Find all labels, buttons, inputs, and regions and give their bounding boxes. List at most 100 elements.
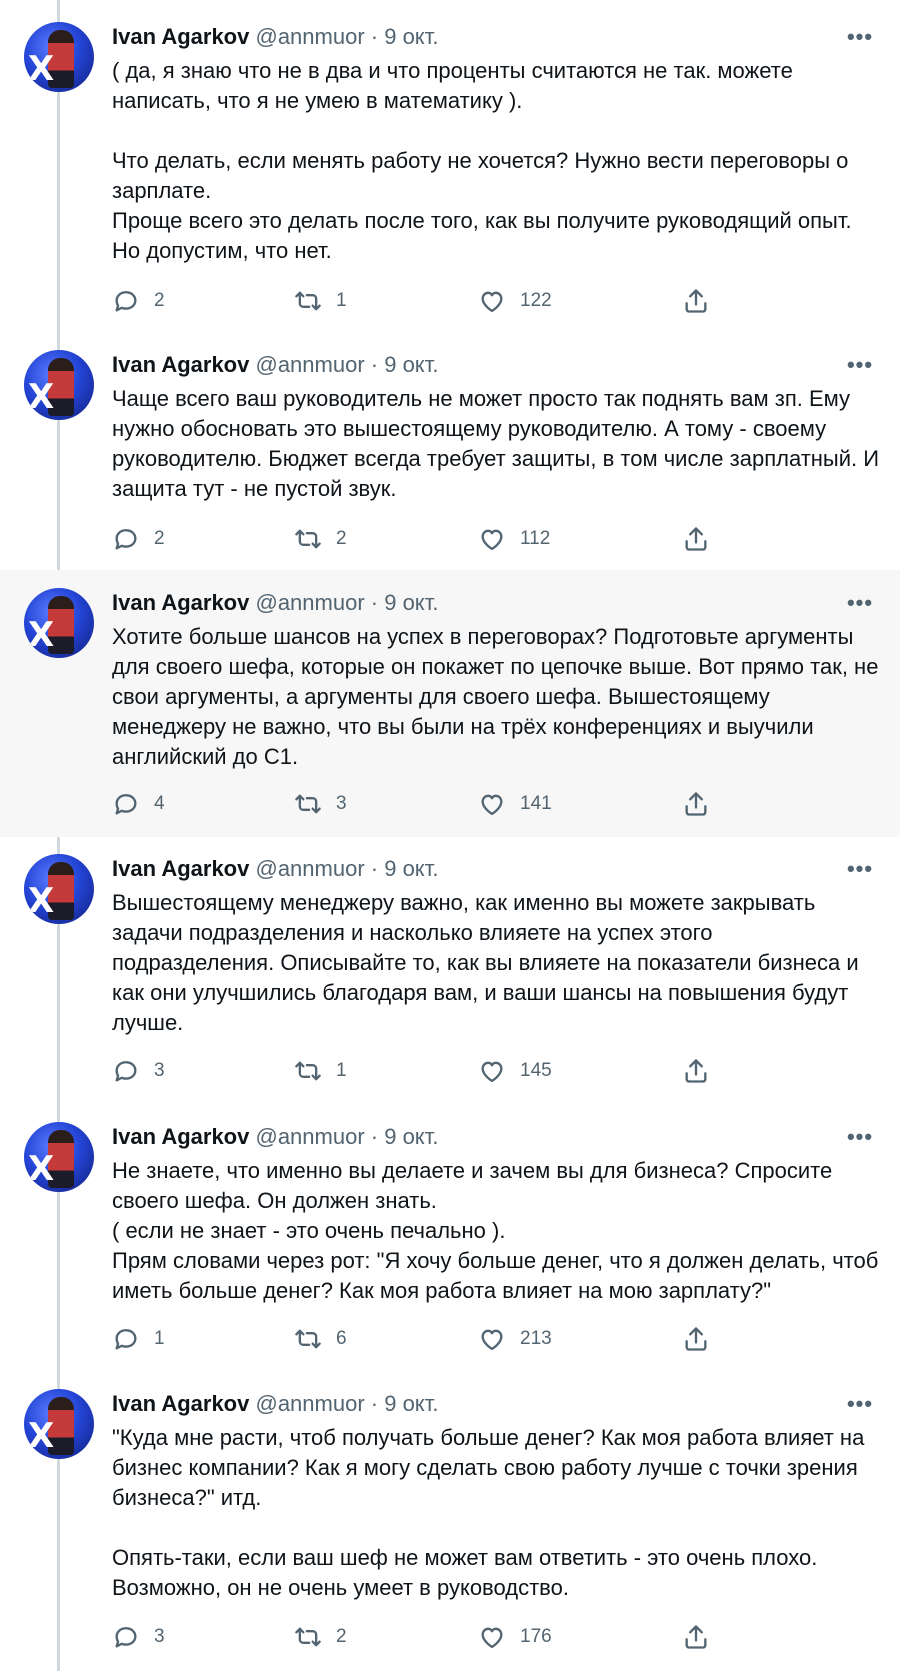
share-icon [685, 1059, 707, 1083]
tweet[interactable]: X Ivan Agarkov @annmuor · 9 окт. ••• Хот… [0, 570, 900, 837]
reply-count: 4 [154, 793, 165, 814]
author-handle[interactable]: @annmuor [255, 856, 364, 881]
share-button[interactable] [682, 788, 710, 820]
more-options-icon[interactable]: ••• [846, 858, 874, 882]
tweet-date[interactable]: · 9 окт. [371, 1391, 439, 1416]
more-options-icon[interactable]: ••• [846, 592, 874, 616]
author-name[interactable]: Ivan Agarkov [112, 1391, 249, 1416]
avatar[interactable]: X [24, 350, 94, 420]
retweet-count: 3 [336, 793, 347, 814]
author-name[interactable]: Ivan Agarkov [112, 590, 249, 615]
heart-icon [481, 1061, 503, 1083]
like-button[interactable]: 112 [478, 523, 550, 555]
avatar[interactable]: X [24, 22, 94, 92]
like-count: 141 [520, 793, 552, 814]
retweet-count: 1 [336, 1060, 347, 1081]
author-handle[interactable]: @annmuor [255, 24, 364, 49]
like-button[interactable]: 145 [478, 1055, 552, 1087]
avatar[interactable]: X [24, 1122, 94, 1192]
author-name[interactable]: Ivan Agarkov [112, 1124, 249, 1149]
reply-button[interactable]: 1 [112, 1323, 165, 1355]
like-count: 213 [520, 1328, 552, 1349]
share-button[interactable] [682, 523, 710, 555]
retweet-button[interactable]: 1 [294, 285, 347, 317]
retweet-button[interactable]: 2 [294, 523, 347, 555]
retweet-icon [295, 794, 321, 814]
share-button[interactable] [682, 1621, 710, 1653]
share-icon [685, 792, 707, 816]
share-icon [685, 1327, 707, 1351]
retweet-button[interactable]: 1 [294, 1055, 347, 1087]
more-options-icon[interactable]: ••• [846, 1393, 874, 1417]
retweet-icon [295, 529, 321, 549]
heart-icon [481, 1329, 503, 1351]
like-button[interactable]: 141 [478, 788, 552, 820]
avatar[interactable]: X [24, 588, 94, 658]
share-button[interactable] [682, 1055, 710, 1087]
tweet-header: Ivan Agarkov @annmuor · 9 окт. [112, 588, 880, 618]
reply-button[interactable]: 2 [112, 285, 165, 317]
heart-icon [481, 794, 503, 816]
author-handle[interactable]: @annmuor [255, 352, 364, 377]
author-name[interactable]: Ivan Agarkov [112, 856, 249, 881]
retweet-count: 2 [336, 528, 347, 549]
tweet-header: Ivan Agarkov @annmuor · 9 окт. [112, 1389, 880, 1419]
tweet-text: Хотите больше шансов на успех в перегово… [112, 624, 879, 769]
tweet[interactable]: X Ivan Agarkov @annmuor · 9 окт. ••• Чащ… [0, 330, 900, 570]
retweet-count: 2 [336, 1626, 347, 1647]
reply-count: 2 [154, 528, 165, 549]
like-button[interactable]: 122 [478, 285, 552, 317]
tweet-date[interactable]: · 9 окт. [371, 856, 439, 881]
retweet-button[interactable]: 6 [294, 1323, 347, 1355]
reply-count: 1 [154, 1328, 165, 1349]
tweet-date[interactable]: · 9 окт. [371, 1124, 439, 1149]
like-count: 176 [520, 1626, 552, 1647]
avatar[interactable]: X [24, 1389, 94, 1459]
share-icon [685, 527, 707, 551]
author-name[interactable]: Ivan Agarkov [112, 24, 249, 49]
more-options-icon[interactable]: ••• [846, 354, 874, 378]
share-button[interactable] [682, 1323, 710, 1355]
retweet-count: 6 [336, 1328, 347, 1349]
reply-icon [115, 291, 137, 312]
retweet-icon [295, 1061, 321, 1081]
tweet[interactable]: X Ivan Agarkov @annmuor · 9 окт. ••• Выш… [0, 837, 900, 1105]
reply-button[interactable]: 3 [112, 1621, 165, 1653]
heart-icon [481, 529, 503, 551]
reply-count: 3 [154, 1060, 165, 1081]
retweet-icon [295, 291, 321, 311]
tweet-text: ( да, я знаю что не в два и что проценты… [112, 58, 852, 263]
share-icon [685, 289, 707, 313]
retweet-button[interactable]: 3 [294, 788, 347, 820]
avatar[interactable]: X [24, 854, 94, 924]
author-handle[interactable]: @annmuor [255, 1391, 364, 1416]
share-button[interactable] [682, 285, 710, 317]
reply-button[interactable]: 3 [112, 1055, 165, 1087]
like-count: 145 [520, 1060, 552, 1081]
reply-button[interactable]: 4 [112, 788, 165, 820]
tweet[interactable]: X Ivan Agarkov @annmuor · 9 окт. ••• ( д… [0, 0, 900, 330]
tweet-text: "Куда мне расти, чтоб получать больше де… [112, 1425, 865, 1600]
reply-button[interactable]: 2 [112, 523, 165, 555]
tweet-date[interactable]: · 9 окт. [371, 352, 439, 377]
retweet-button[interactable]: 2 [294, 1621, 347, 1653]
like-button[interactable]: 213 [478, 1323, 552, 1355]
tweet[interactable]: X Ivan Agarkov @annmuor · 9 окт. ••• Не … [0, 1105, 900, 1372]
tweet[interactable]: X Ivan Agarkov @annmuor · 9 окт. ••• "Ку… [0, 1372, 900, 1671]
more-options-icon[interactable]: ••• [846, 1126, 874, 1150]
like-button[interactable]: 176 [478, 1621, 552, 1653]
author-handle[interactable]: @annmuor [255, 1124, 364, 1149]
like-count: 112 [520, 528, 551, 549]
reply-count: 2 [154, 290, 165, 311]
tweet-header: Ivan Agarkov @annmuor · 9 окт. [112, 350, 880, 380]
tweet-header: Ivan Agarkov @annmuor · 9 окт. [112, 1122, 880, 1152]
more-options-icon[interactable]: ••• [846, 26, 874, 50]
tweet-text: Чаще всего ваш руководитель не может про… [112, 386, 880, 501]
tweet-date[interactable]: · 9 окт. [371, 24, 439, 49]
author-handle[interactable]: @annmuor [255, 590, 364, 615]
tweet-actions: 3 1 145 [112, 1055, 762, 1087]
tweet-date[interactable]: · 9 окт. [371, 590, 439, 615]
reply-icon [115, 794, 137, 815]
author-name[interactable]: Ivan Agarkov [112, 352, 249, 377]
reply-icon [115, 1061, 137, 1082]
